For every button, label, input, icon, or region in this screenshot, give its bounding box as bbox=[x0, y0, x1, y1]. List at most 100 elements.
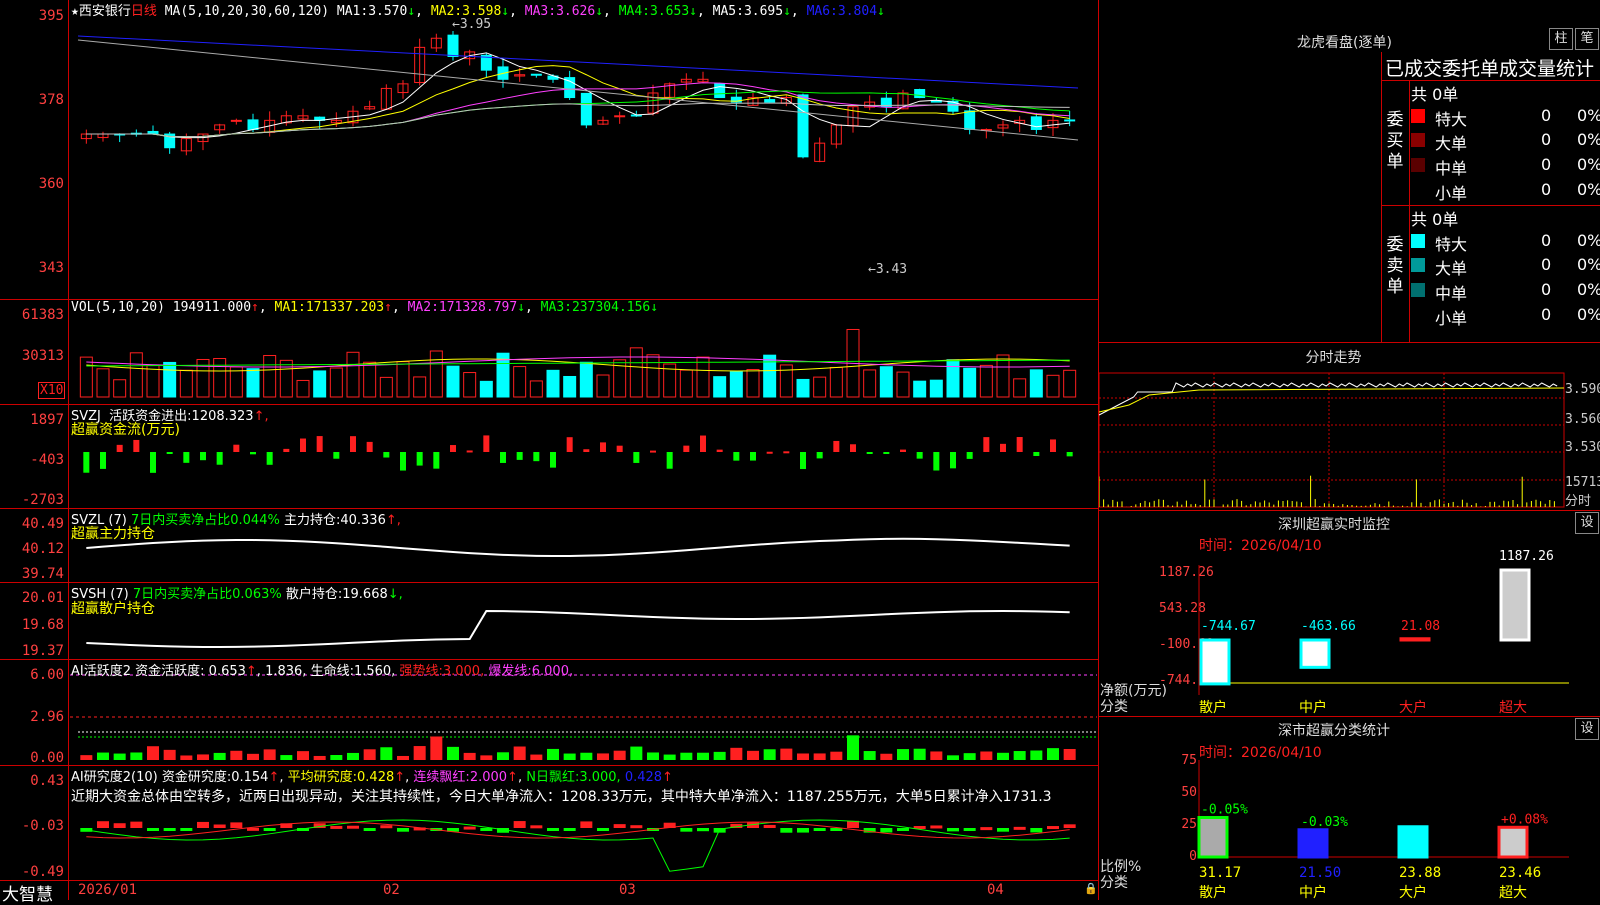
price-axis-label: 378 bbox=[38, 92, 64, 108]
volume-bar bbox=[596, 374, 610, 398]
svzl-arrow: ↑, bbox=[385, 513, 401, 528]
volume-bar bbox=[396, 361, 410, 398]
vol-ma2-key: MA2: bbox=[407, 300, 439, 315]
star-icon[interactable]: ★ bbox=[71, 4, 79, 19]
flow-bar bbox=[366, 441, 373, 452]
right-panel: 龙虎看盘(逐单) 柱 笔 已成交委托单成交量统计 委买单 委卖单 共 0单 共 … bbox=[1099, 0, 1600, 901]
sz-cat-label: 超大 bbox=[1499, 700, 1527, 716]
svsh-axis-label: 19.37 bbox=[21, 643, 64, 659]
activity-bar bbox=[1030, 750, 1043, 760]
vol-axis-label: 61383 bbox=[21, 307, 64, 323]
swatch-icon bbox=[1411, 258, 1425, 272]
fenshi-axis-label: 3.590 bbox=[1565, 382, 1600, 397]
flow-bar bbox=[766, 451, 773, 454]
svzl-name: 主力持仓: bbox=[283, 513, 341, 528]
sz-axis-label: 543.28 bbox=[1159, 601, 1206, 616]
panel-divider bbox=[1099, 342, 1600, 343]
vol-header: VOL(5,10,20) 194911.000↑, MA1:171337.203… bbox=[71, 300, 659, 315]
svzl-value: 40.336 bbox=[340, 513, 386, 528]
fenshi-frame bbox=[1099, 372, 1565, 508]
volume-bar bbox=[929, 379, 943, 398]
ai1-burst-key: 爆发线: bbox=[488, 664, 532, 679]
settings-button[interactable]: 设 bbox=[1575, 512, 1599, 534]
research-bar bbox=[880, 828, 893, 833]
flow-bar bbox=[150, 452, 156, 473]
ma4-arrow: ↓ bbox=[689, 4, 697, 19]
research-bar bbox=[1063, 824, 1076, 828]
candle-body bbox=[714, 83, 726, 99]
research-bar bbox=[80, 828, 93, 832]
volume-bar bbox=[129, 352, 143, 398]
sz-bar bbox=[1399, 637, 1431, 642]
bar-view-button[interactable]: 柱 bbox=[1549, 28, 1573, 50]
activity-bar bbox=[597, 753, 609, 760]
activity-bar bbox=[1047, 748, 1059, 760]
cls-bar bbox=[1497, 825, 1529, 859]
cls-axis-label: 0 bbox=[1189, 849, 1197, 864]
svzj-axis-label: 1897 bbox=[30, 412, 64, 428]
panel-divider bbox=[1099, 716, 1600, 717]
activity-bar bbox=[380, 747, 393, 760]
activity-bar bbox=[747, 750, 759, 760]
activity-bar bbox=[630, 746, 643, 760]
flow-bar bbox=[233, 444, 240, 452]
flow-bar bbox=[666, 452, 673, 469]
settings-button[interactable]: 设 bbox=[1575, 718, 1599, 740]
flow-bar bbox=[833, 440, 840, 452]
research-bar bbox=[480, 828, 493, 831]
lhkp-title: 龙虎看盘(逐单) bbox=[1297, 35, 1392, 51]
tick-view-button[interactable]: 笔 bbox=[1575, 28, 1599, 50]
sell-orders-label: 委卖单 bbox=[1386, 235, 1404, 297]
volume-bar bbox=[413, 376, 427, 398]
volume-bar bbox=[246, 368, 260, 398]
ai2-header: AI研究度2(10) 资金研究度:0.154↑, 平均研究度:0.428↑, 连… bbox=[71, 770, 673, 785]
activity-bar bbox=[830, 751, 843, 760]
ma1-arrow: ↓ bbox=[407, 4, 416, 19]
date-label: 04 bbox=[987, 882, 1004, 898]
research-bar bbox=[947, 828, 959, 832]
buy-orders-label: 委买单 bbox=[1386, 110, 1404, 172]
flow-bar bbox=[783, 451, 790, 454]
lock-icon[interactable]: 🔒 bbox=[1084, 882, 1098, 895]
research-bar bbox=[380, 825, 393, 829]
activity-bar bbox=[897, 749, 909, 760]
vol-unit-badge: X10 bbox=[38, 382, 66, 399]
flow-bar bbox=[200, 452, 206, 461]
volume-bar bbox=[713, 376, 727, 398]
volume-bar bbox=[363, 361, 377, 398]
flow-bar bbox=[383, 452, 390, 458]
sell-total: 共 0单 bbox=[1411, 210, 1459, 229]
sz-axis-label: 1187.26 bbox=[1159, 565, 1214, 580]
flow-bar bbox=[183, 452, 190, 463]
sz-cat-label: 大户 bbox=[1399, 700, 1427, 716]
activity-bar bbox=[1013, 751, 1026, 760]
price-axis-label: 343 bbox=[38, 260, 64, 276]
svsh-axis-label: 20.01 bbox=[21, 590, 64, 606]
date-label: 2026/01 bbox=[78, 882, 138, 898]
period-label[interactable]: 日线 bbox=[131, 4, 157, 19]
volume-bar bbox=[329, 367, 343, 398]
flow-bar bbox=[616, 445, 623, 452]
ai2-cont-value: 2.000 bbox=[469, 770, 508, 785]
ma6-value: 3.804 bbox=[837, 4, 878, 19]
research-bar bbox=[397, 828, 409, 832]
vol-params: VOL(5,10,20) bbox=[71, 300, 165, 315]
ai2-label: AI研究度2(10) bbox=[71, 770, 158, 785]
flow-bar bbox=[916, 452, 923, 459]
volume-bar bbox=[696, 356, 710, 398]
research-bar bbox=[797, 828, 809, 833]
ma5-line bbox=[77, 39, 1079, 141]
activity-bar bbox=[213, 752, 226, 760]
research-bar bbox=[897, 828, 909, 831]
chart-area[interactable]: ★西安银行日线 MA(5,10,20,30,60,120) MA1:3.570↓… bbox=[0, 0, 1099, 905]
candle-body bbox=[530, 73, 542, 76]
volume-bar bbox=[146, 364, 160, 398]
ai2-avg-value: 0.428 bbox=[357, 770, 395, 785]
svzl-subtitle: 超赢主力持仓 bbox=[71, 526, 155, 542]
fenshi-axis-label: 3.560 bbox=[1565, 412, 1600, 427]
svzl-axis-label: 40.49 bbox=[21, 516, 64, 532]
research-bar bbox=[613, 824, 626, 828]
flow-bar bbox=[700, 435, 706, 452]
svzj-axis-label: -2703 bbox=[21, 492, 64, 508]
kline-chart-svg[interactable] bbox=[0, 0, 1098, 900]
